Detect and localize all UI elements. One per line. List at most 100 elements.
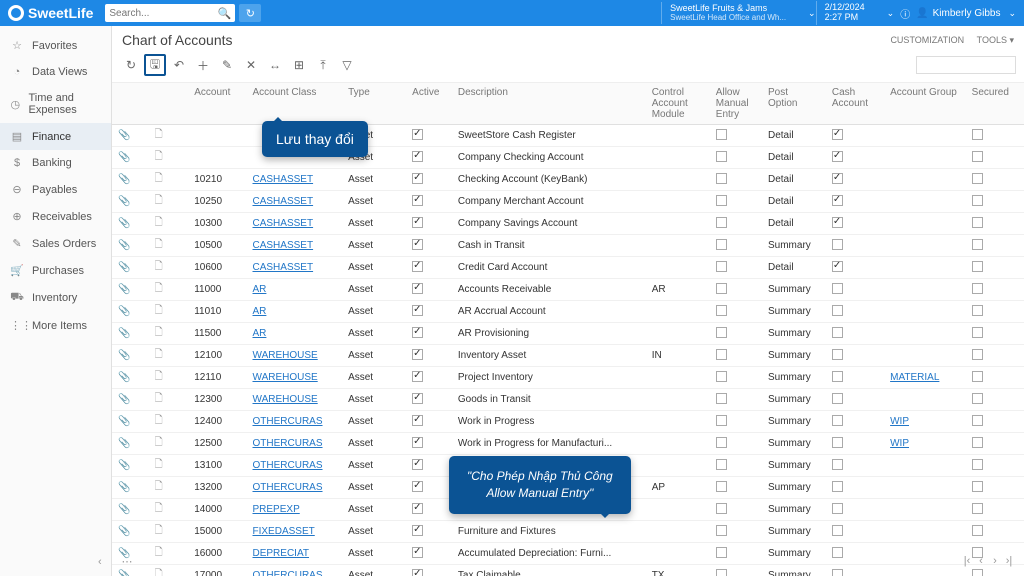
attach-icon[interactable]: 📎 bbox=[118, 482, 130, 493]
column-header[interactable]: Secured bbox=[966, 83, 1024, 125]
table-row[interactable]: 📎🗋11000ARAssetAccounts ReceivableARSumma… bbox=[112, 279, 1024, 301]
checkbox[interactable] bbox=[972, 283, 983, 294]
filter-button[interactable]: ▽ bbox=[336, 54, 358, 76]
note-icon[interactable]: 🗋 bbox=[155, 459, 163, 470]
attach-icon[interactable]: 📎 bbox=[118, 438, 130, 449]
checkbox[interactable] bbox=[972, 239, 983, 250]
checkbox[interactable] bbox=[972, 525, 983, 536]
import-button[interactable]: ⤒ bbox=[312, 54, 334, 76]
checkbox[interactable] bbox=[972, 437, 983, 448]
checkbox[interactable] bbox=[972, 327, 983, 338]
account-group-link[interactable]: WIP bbox=[890, 416, 909, 427]
business-date[interactable]: 2/12/2024 2:27 PM bbox=[816, 1, 873, 25]
checkbox[interactable] bbox=[716, 481, 727, 492]
checkbox[interactable] bbox=[832, 569, 843, 576]
checkbox[interactable] bbox=[832, 261, 843, 272]
checkbox[interactable] bbox=[412, 151, 423, 162]
account-cell[interactable]: 11000 bbox=[188, 279, 246, 301]
column-header[interactable]: Control Account Module bbox=[646, 83, 710, 125]
table-row[interactable]: 📎🗋10300CASHASSETAssetCompany Savings Acc… bbox=[112, 213, 1024, 235]
attach-icon[interactable]: 📎 bbox=[118, 174, 130, 185]
dots-icon[interactable]: ⋯ bbox=[120, 554, 134, 568]
checkbox[interactable] bbox=[832, 129, 843, 140]
attach-icon[interactable]: 📎 bbox=[118, 350, 130, 361]
checkbox[interactable] bbox=[832, 503, 843, 514]
checkbox[interactable] bbox=[832, 327, 843, 338]
attach-icon[interactable]: 📎 bbox=[118, 460, 130, 471]
checkbox[interactable] bbox=[412, 195, 423, 206]
account-class-link[interactable]: FIXEDASSET bbox=[253, 526, 315, 537]
checkbox[interactable] bbox=[972, 195, 983, 206]
checkbox[interactable] bbox=[832, 151, 843, 162]
column-header[interactable] bbox=[172, 83, 188, 125]
tools-menu[interactable]: TOOLS ▾ bbox=[977, 35, 1014, 45]
sidebar-item-sales-orders[interactable]: ✎Sales Orders bbox=[0, 230, 111, 257]
column-header[interactable]: Account Group bbox=[884, 83, 966, 125]
checkbox[interactable] bbox=[412, 239, 423, 250]
fit-columns-button[interactable]: ↔ bbox=[264, 54, 286, 76]
checkbox[interactable] bbox=[972, 481, 983, 492]
note-icon[interactable]: 🗋 bbox=[155, 173, 163, 184]
note-icon[interactable]: 🗋 bbox=[155, 283, 163, 294]
account-cell[interactable]: 10250 bbox=[188, 191, 246, 213]
edit-button[interactable]: ✎ bbox=[216, 54, 238, 76]
checkbox[interactable] bbox=[972, 415, 983, 426]
global-search[interactable]: 🔍 bbox=[105, 4, 235, 22]
attach-icon[interactable]: 📎 bbox=[118, 570, 130, 576]
checkbox[interactable] bbox=[716, 129, 727, 140]
scroll-last-button[interactable]: ›| bbox=[1002, 554, 1016, 568]
checkbox[interactable] bbox=[716, 327, 727, 338]
column-header[interactable]: Account Class bbox=[247, 83, 343, 125]
sidebar-item-receivables[interactable]: ⊕Receivables bbox=[0, 203, 111, 230]
account-class-link[interactable]: OTHERCURAS bbox=[253, 460, 323, 471]
checkbox[interactable] bbox=[832, 195, 843, 206]
checkbox[interactable] bbox=[716, 173, 727, 184]
checkbox[interactable] bbox=[832, 349, 843, 360]
checkbox[interactable] bbox=[412, 261, 423, 272]
checkbox[interactable] bbox=[412, 327, 423, 338]
table-row[interactable]: 📎🗋11010ARAssetAR Accrual AccountSummary bbox=[112, 301, 1024, 323]
checkbox[interactable] bbox=[716, 305, 727, 316]
attach-icon[interactable]: 📎 bbox=[118, 416, 130, 427]
checkbox[interactable] bbox=[412, 349, 423, 360]
checkbox[interactable] bbox=[716, 217, 727, 228]
sidebar-item-favorites[interactable]: ☆Favorites bbox=[0, 32, 111, 59]
checkbox[interactable] bbox=[716, 503, 727, 514]
attach-icon[interactable]: 📎 bbox=[118, 152, 130, 163]
sidebar-item-finance[interactable]: ▤Finance bbox=[0, 123, 111, 150]
account-cell[interactable]: 12300 bbox=[188, 389, 246, 411]
table-row[interactable]: 📎🗋12100WAREHOUSEAssetInventory AssetINSu… bbox=[112, 345, 1024, 367]
attach-icon[interactable]: 📎 bbox=[118, 394, 130, 405]
checkbox[interactable] bbox=[716, 437, 727, 448]
table-row[interactable]: 📎🗋15000FIXEDASSETAssetFurniture and Fixt… bbox=[112, 521, 1024, 543]
account-class-link[interactable]: OTHERCURAS bbox=[253, 438, 323, 449]
account-cell[interactable]: 12110 bbox=[188, 367, 246, 389]
checkbox[interactable] bbox=[832, 393, 843, 404]
note-icon[interactable]: 🗋 bbox=[155, 239, 163, 250]
table-row[interactable]: 📎🗋12300WAREHOUSEAssetGoods in TransitSum… bbox=[112, 389, 1024, 411]
account-cell[interactable]: 12500 bbox=[188, 433, 246, 455]
account-cell[interactable]: 11500 bbox=[188, 323, 246, 345]
sidebar-item-purchases[interactable]: 🛒Purchases bbox=[0, 257, 111, 284]
checkbox[interactable] bbox=[412, 283, 423, 294]
checkbox[interactable] bbox=[412, 129, 423, 140]
checkbox[interactable] bbox=[716, 283, 727, 294]
scroll-first-button[interactable]: |‹ bbox=[960, 554, 974, 568]
checkbox[interactable] bbox=[716, 261, 727, 272]
column-header[interactable]: Account bbox=[188, 83, 246, 125]
table-row[interactable]: 📎🗋12500OTHERCURASAssetWork in Progress f… bbox=[112, 433, 1024, 455]
account-cell[interactable]: 10300 bbox=[188, 213, 246, 235]
checkbox[interactable] bbox=[716, 195, 727, 206]
attach-icon[interactable]: 📎 bbox=[118, 196, 130, 207]
sidebar-item-banking[interactable]: $Banking bbox=[0, 150, 111, 176]
attach-icon[interactable]: 📎 bbox=[118, 130, 130, 141]
attach-icon[interactable]: 📎 bbox=[118, 504, 130, 515]
search-input[interactable] bbox=[109, 8, 217, 19]
note-icon[interactable]: 🗋 bbox=[155, 481, 163, 492]
checkbox[interactable] bbox=[972, 459, 983, 470]
chevron-down-icon[interactable]: ⌄ bbox=[887, 8, 895, 19]
note-icon[interactable]: 🗋 bbox=[155, 217, 163, 228]
customization-link[interactable]: CUSTOMIZATION bbox=[890, 35, 964, 45]
scroll-left-button[interactable]: ‹ bbox=[974, 554, 988, 568]
account-class-link[interactable]: OTHERCURAS bbox=[253, 570, 323, 576]
